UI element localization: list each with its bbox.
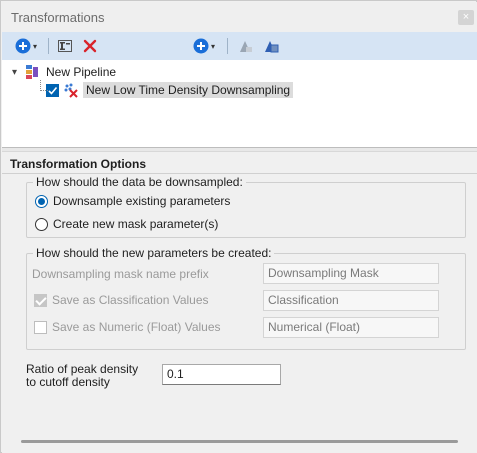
new-parameters-group: How should the new parameters be created… xyxy=(26,246,466,350)
tree-node-label: New Pipeline xyxy=(46,65,117,79)
move-up-button[interactable] xyxy=(235,36,255,56)
toolbar-separator xyxy=(48,38,49,54)
dropdown-caret: ▾ xyxy=(210,41,215,51)
pipeline-tree: ▾ New Pipeline New Low Time Density Down… xyxy=(2,60,477,147)
horizontal-scrollbar[interactable] xyxy=(21,440,458,443)
classification-name-field[interactable]: Classification xyxy=(263,290,439,311)
checkmark-icon xyxy=(48,86,58,95)
move-down-button[interactable] xyxy=(261,36,281,56)
ratio-input[interactable]: 0.1 xyxy=(162,364,281,385)
rename-button[interactable] xyxy=(55,36,75,56)
radio-button-selected[interactable] xyxy=(35,194,48,208)
save-numeric-checkbox[interactable] xyxy=(34,320,47,334)
tree-node-label: New Low Time Density Downsampling xyxy=(83,82,294,98)
radio-button[interactable] xyxy=(35,217,48,231)
toolbar: ▾ ▾ xyxy=(2,32,477,60)
save-numeric-checkbox-row[interactable]: Save as Numeric (Float) Values xyxy=(34,320,221,334)
collapse-chevron-icon[interactable]: ▾ xyxy=(12,67,24,78)
group-title: How should the new parameters be created… xyxy=(33,246,275,260)
radio-label: Create new mask parameter(s) xyxy=(53,217,219,231)
tree-node-transformation[interactable]: New Low Time Density Downsampling xyxy=(46,81,294,99)
delete-x-icon xyxy=(83,39,97,53)
toolbar-separator xyxy=(227,38,228,54)
numeric-name-field[interactable]: Numerical (Float) xyxy=(263,317,439,338)
save-classification-checkbox-row[interactable]: Save as Classification Values xyxy=(34,293,209,307)
tree-connector xyxy=(40,90,48,91)
add-circle-icon xyxy=(193,38,209,54)
move-up-icon xyxy=(240,41,252,52)
checkbox-label: Save as Classification Values xyxy=(52,293,209,307)
mask-prefix-label: Downsampling mask name prefix xyxy=(32,267,209,281)
checkbox-label: Save as Numeric (Float) Values xyxy=(52,320,221,334)
ratio-label: Ratio of peak density to cutoff density xyxy=(26,363,138,389)
options-header: Transformation Options xyxy=(10,157,147,171)
window-title: Transformations xyxy=(11,10,105,25)
mask-prefix-field[interactable]: Downsampling Mask xyxy=(263,263,439,284)
dropdown-caret: ▾ xyxy=(32,41,37,51)
save-classification-checkbox[interactable] xyxy=(34,293,47,307)
header-divider xyxy=(2,173,477,174)
downsample-method-group: How should the data be downsampled: Down… xyxy=(26,175,466,238)
downsample-existing-radio[interactable]: Downsample existing parameters xyxy=(35,194,230,208)
transformations-window: Transformations × ▾ ▾ ▾ New Pipeline New… xyxy=(0,0,477,453)
close-button[interactable]: × xyxy=(458,10,474,25)
ratio-label-line2: to cutoff density xyxy=(26,375,110,389)
downsampling-icon xyxy=(64,83,78,98)
pipeline-icon xyxy=(26,65,38,79)
group-title: How should the data be downsampled: xyxy=(33,175,246,189)
add-transformation-button[interactable]: ▾ xyxy=(10,36,42,56)
create-mask-radio[interactable]: Create new mask parameter(s) xyxy=(35,217,218,231)
transformation-options-panel: Transformation Options How should the da… xyxy=(2,152,477,453)
title-bar: Transformations × xyxy=(2,2,477,32)
add-step-button[interactable]: ▾ xyxy=(188,36,220,56)
tree-node-pipeline[interactable]: ▾ New Pipeline xyxy=(12,63,116,81)
rename-icon xyxy=(58,40,72,52)
add-circle-icon xyxy=(15,38,31,54)
radio-label: Downsample existing parameters xyxy=(53,194,231,208)
move-down-icon xyxy=(265,41,279,53)
delete-button[interactable] xyxy=(80,36,100,56)
